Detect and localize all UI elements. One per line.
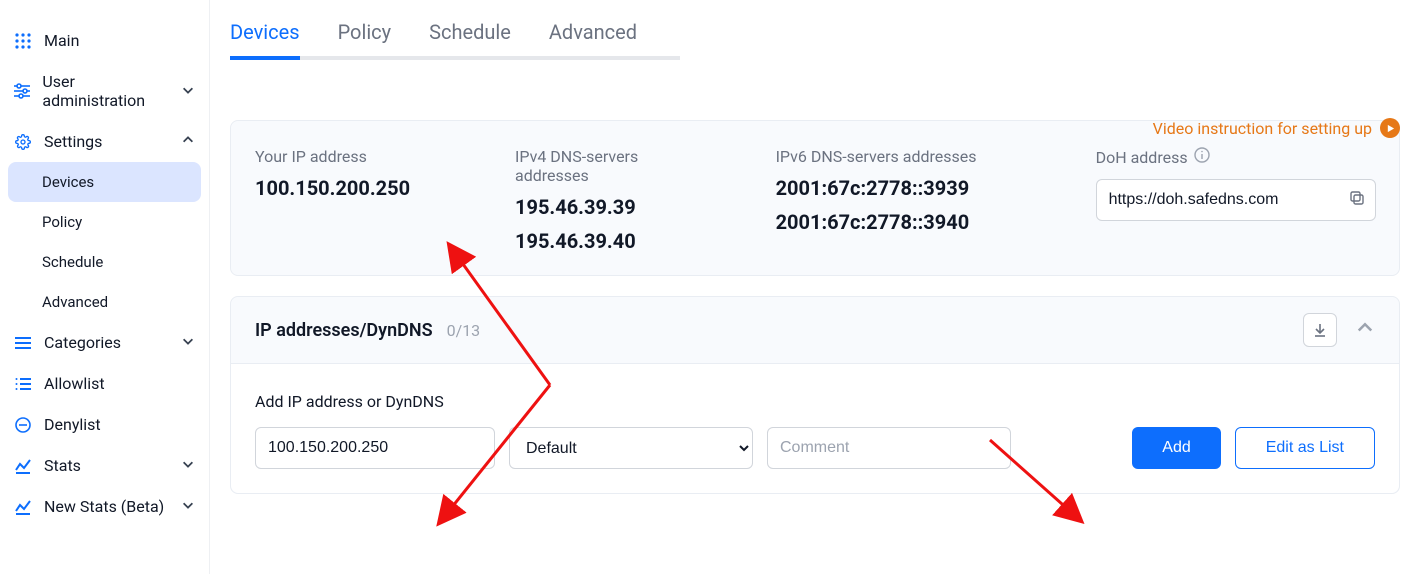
ipv4-value: 195.46.39.39: [515, 193, 716, 221]
list-icon: [14, 334, 32, 352]
sidebar-item-label: Main: [44, 31, 79, 50]
chevron-down-icon: [181, 82, 195, 101]
tab-label: Schedule: [429, 20, 511, 44]
edit-as-list-button[interactable]: Edit as List: [1235, 427, 1375, 469]
chart-icon: [14, 498, 32, 516]
ip-address-input[interactable]: [255, 427, 495, 469]
policy-select[interactable]: Default: [509, 427, 753, 469]
sliders-icon: [14, 82, 30, 100]
ipv4-label: IPv4 DNS-servers addresses: [515, 147, 716, 185]
sidebar-item-advanced[interactable]: Advanced: [0, 282, 209, 322]
add-ip-label: Add IP address or DynDNS: [255, 392, 1375, 411]
info-icon[interactable]: [1194, 147, 1210, 167]
your-ip-value: 100.150.200.250: [255, 174, 455, 202]
sidebar: Main User administration Settings Device…: [0, 0, 210, 574]
sidebar-item-settings[interactable]: Settings: [0, 121, 209, 162]
comment-input[interactable]: [767, 427, 1011, 469]
section-count: 0/13: [447, 321, 481, 340]
download-button[interactable]: [1303, 313, 1337, 347]
doh-label: DoH address: [1096, 148, 1188, 167]
play-icon: [1380, 118, 1400, 138]
tab-policy[interactable]: Policy: [338, 20, 392, 60]
gear-icon: [14, 133, 32, 151]
section-title: IP addresses/DynDNS: [255, 320, 433, 341]
sidebar-item-label: Policy: [42, 213, 82, 231]
dns-info-panel: Your IP address 100.150.200.250 IPv4 DNS…: [230, 120, 1400, 276]
tab-label: Policy: [338, 20, 392, 44]
button-label: Edit as List: [1266, 439, 1344, 456]
grid-icon: [14, 32, 32, 50]
ipv6-value: 2001:67c:2778::3939: [776, 174, 1036, 202]
sidebar-item-label: User administration: [42, 72, 169, 110]
sidebar-item-label: Categories: [44, 333, 121, 352]
denylist-icon: [14, 416, 32, 434]
main-content: Devices Policy Schedule Advanced Video i…: [210, 0, 1420, 574]
tabs: Devices Policy Schedule Advanced: [230, 20, 680, 60]
sidebar-item-stats[interactable]: Stats: [0, 445, 209, 486]
sidebar-item-new-stats[interactable]: New Stats (Beta): [0, 486, 209, 527]
chevron-down-icon: [181, 497, 195, 516]
chevron-down-icon: [181, 333, 195, 352]
copy-icon[interactable]: [1349, 190, 1365, 210]
sidebar-item-main[interactable]: Main: [0, 20, 209, 61]
your-ip-label: Your IP address: [255, 147, 455, 166]
ipv4-value: 195.46.39.40: [515, 227, 716, 255]
sidebar-item-user-admin[interactable]: User administration: [0, 61, 209, 121]
button-label: Add: [1162, 439, 1190, 456]
sidebar-item-label: Settings: [44, 132, 102, 151]
sidebar-item-allowlist[interactable]: Allowlist: [0, 363, 209, 404]
chevron-up-icon: [181, 132, 195, 151]
chevron-down-icon: [181, 456, 195, 475]
video-instruction-link[interactable]: Video instruction for setting up: [1153, 118, 1400, 138]
sidebar-item-categories[interactable]: Categories: [0, 322, 209, 363]
sidebar-item-label: Devices: [42, 173, 94, 191]
ipv6-value: 2001:67c:2778::3940: [776, 208, 1036, 236]
sidebar-item-policy[interactable]: Policy: [0, 202, 209, 242]
chart-icon: [14, 457, 32, 475]
tab-label: Devices: [230, 20, 300, 44]
ip-dyndns-section: IP addresses/DynDNS 0/13 Add IP address …: [230, 296, 1400, 494]
add-button[interactable]: Add: [1132, 427, 1220, 469]
tab-advanced[interactable]: Advanced: [549, 20, 637, 60]
ipv6-label: IPv6 DNS-servers addresses: [776, 147, 1036, 166]
sidebar-item-label: Stats: [44, 456, 81, 475]
tab-schedule[interactable]: Schedule: [429, 20, 511, 60]
sidebar-item-denylist[interactable]: Denylist: [0, 404, 209, 445]
sidebar-item-label: Schedule: [42, 253, 103, 271]
tab-label: Advanced: [549, 20, 637, 44]
allowlist-icon: [14, 375, 32, 393]
tab-devices[interactable]: Devices: [230, 20, 300, 60]
sidebar-item-label: Denylist: [44, 415, 101, 434]
video-link-label: Video instruction for setting up: [1153, 119, 1372, 138]
sidebar-item-label: New Stats (Beta): [44, 497, 164, 516]
doh-address-field[interactable]: [1096, 179, 1376, 221]
sidebar-item-schedule[interactable]: Schedule: [0, 242, 209, 282]
sidebar-item-devices[interactable]: Devices: [8, 162, 201, 202]
sidebar-item-label: Allowlist: [44, 374, 105, 393]
sidebar-item-label: Advanced: [42, 293, 108, 311]
collapse-icon[interactable]: [1355, 318, 1375, 342]
